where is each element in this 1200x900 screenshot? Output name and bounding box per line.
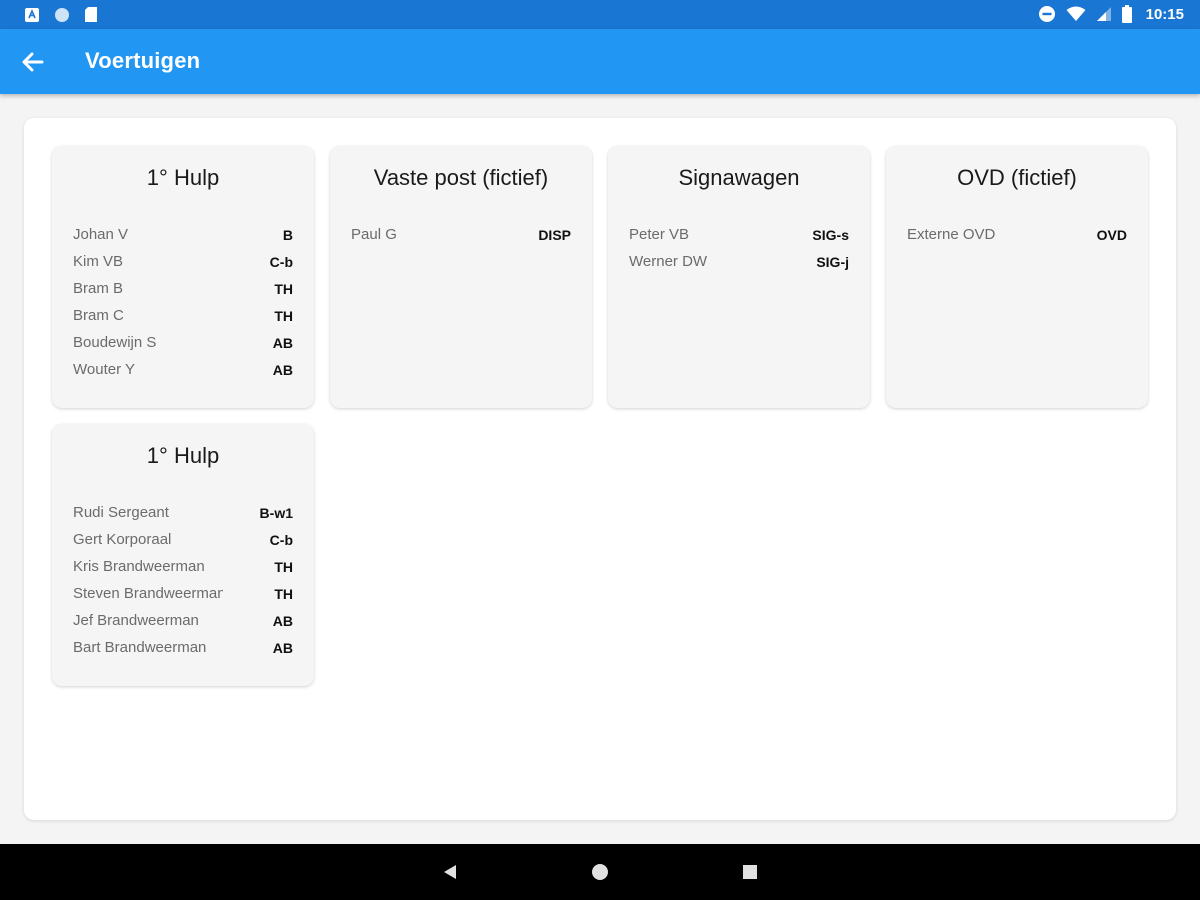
do-not-disturb-icon [1038,6,1055,22]
crew-name: Externe OVD [907,226,996,243]
crew-role: B-w1 [259,504,293,521]
wifi-icon [1066,6,1086,21]
crew-name: Rudi Sergeant [73,504,169,521]
crew-row: Jef Brandweerman AB [73,607,293,634]
crew-name: Bram B [73,280,124,297]
crew-name: Werner DW [629,253,708,270]
crew-row: Bart Brandweerman AB [73,634,293,661]
arrow-back-icon[interactable] [18,47,48,77]
crew-name: Peter VB [629,226,690,243]
vehicle-grid: 1° Hulp Johan V B Kim VB C-b Bram B TH Bram… [52,146,1150,686]
crew-name: Steven Brandweerman [73,585,223,602]
vehicle-card[interactable]: 1° Hulp Rudi Sergeant B-w1 Gert Korporaal… [52,424,314,686]
crew-row: Kim VB C-b [73,248,293,275]
crew-name: Boudewijn S [73,334,157,351]
crew-list: Peter VB SIG-s Werner DW SIG-j [629,221,849,275]
crew-role: B [282,226,293,243]
recents-square-icon[interactable] [740,862,760,882]
cell-signal-icon [1096,7,1111,21]
crew-name: Jef Brandweerman [73,612,199,629]
circle-notification-icon [55,7,69,22]
crew-row: Bram B TH [73,275,293,302]
page-title: Voertuigen [85,48,201,73]
vehicle-title: 1° Hulp [146,443,220,468]
crew-name: Gert Korporaal [73,531,172,548]
crew-name: Paul G [351,226,397,243]
crew-row: Boudewijn S AB [73,329,293,356]
battery-icon [1121,5,1132,23]
crew-role: TH [274,280,293,297]
status-bar-right: 10:15 [1038,5,1184,23]
sd-card-icon [85,7,97,22]
crew-role: DISP [538,226,571,243]
vehicle-card[interactable]: OVD (fictief) Externe OVD OVD [886,146,1148,408]
back-triangle-icon[interactable] [441,862,461,882]
crew-role: TH [274,585,293,602]
crew-row: Werner DW SIG-j [629,248,849,275]
status-bar-left [24,6,98,23]
vehicle-title: Signawagen [678,165,800,190]
vehicle-card[interactable]: Signawagen Peter VB SIG-s Werner DW SIG-j [608,146,870,408]
status-bar: 10:15 [0,0,1200,29]
crew-name: Johan V [73,226,129,243]
vehicle-title: OVD (fictief) [957,165,1077,190]
crew-row: Rudi Sergeant B-w1 [73,499,293,526]
crew-row: Kris Brandweerman TH [73,553,293,580]
crew-role: AB [272,612,293,629]
vehicle-title: Vaste post (fictief) [373,165,549,190]
crew-name: Wouter Y [73,361,135,378]
crew-list: Rudi Sergeant B-w1 Gert Korporaal C-b Kris… [73,499,293,661]
crew-role: AB [272,361,293,378]
crew-row: Steven Brandweerman TH [73,580,293,607]
home-circle-icon[interactable] [590,862,610,882]
crew-list: Paul G DISP [351,221,571,248]
notification-app-icon [25,7,39,22]
crew-list: Externe OVD OVD [907,221,1127,248]
crew-row: Paul G DISP [351,221,571,248]
crew-role: C-b [269,531,293,548]
crew-name: Kim VB [73,253,124,270]
crew-role: AB [272,639,293,656]
vehicle-title: 1° Hulp [146,165,220,190]
crew-row: Johan V B [73,221,293,248]
vehicle-card[interactable]: Vaste post (fictief) Paul G DISP [330,146,592,408]
status-time: 10:15 [1145,5,1184,23]
crew-row: Gert Korporaal C-b [73,526,293,553]
crew-role: OVD [1096,226,1127,243]
crew-role: TH [274,307,293,324]
crew-role: C-b [269,253,293,270]
crew-role: AB [272,334,293,351]
navigation-bar [0,844,1200,900]
crew-row: Peter VB SIG-s [629,221,849,248]
crew-role: SIG-j [816,253,849,270]
vehicles-panel: 1° Hulp Johan V B Kim VB C-b Bram B TH Bram… [24,118,1176,820]
crew-row: Externe OVD OVD [907,221,1127,248]
crew-row: Wouter Y AB [73,356,293,383]
vehicle-card[interactable]: 1° Hulp Johan V B Kim VB C-b Bram B TH Bram… [52,146,314,408]
crew-name: Bram C [73,307,124,324]
crew-list: Johan V B Kim VB C-b Bram B TH Bram C TH Bou… [73,221,293,383]
crew-name: Kris Brandweerman [73,558,205,575]
app-bar: Voertuigen [0,29,1200,94]
crew-role: SIG-s [812,226,849,243]
crew-name: Bart Brandweerman [73,639,207,656]
crew-role: TH [274,558,293,575]
crew-row: Bram C TH [73,302,293,329]
